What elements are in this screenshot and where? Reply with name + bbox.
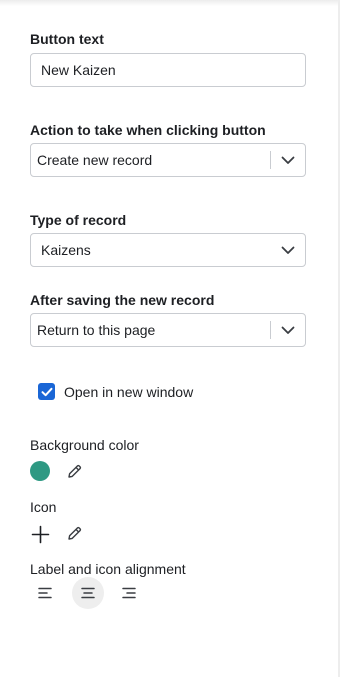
- chevron-down-icon[interactable]: [271, 234, 305, 266]
- action-selected-value: Create new record: [37, 152, 153, 168]
- background-color-label: Background color: [30, 437, 139, 453]
- new-window-row[interactable]: Open in new window: [38, 383, 193, 400]
- action-label: Action to take when clicking button: [30, 122, 266, 138]
- new-window-label: Open in new window: [64, 383, 194, 400]
- alignment-label: Label and icon alignment: [30, 561, 186, 577]
- button-text-value: New Kaizen: [41, 62, 116, 78]
- color-swatch[interactable]: [30, 461, 50, 481]
- record-type-select[interactable]: Kaizens: [30, 233, 306, 267]
- record-type-label: Type of record: [30, 212, 127, 228]
- plus-icon[interactable]: [30, 524, 50, 544]
- action-select[interactable]: Create new record: [30, 143, 306, 177]
- top-shadow: [0, 0, 340, 6]
- button-text-input[interactable]: New Kaizen: [30, 53, 306, 87]
- record-type-selected-value: Kaizens: [41, 242, 91, 258]
- chevron-down-icon[interactable]: [271, 144, 305, 176]
- icon-label: Icon: [30, 499, 57, 515]
- new-window-checkbox[interactable]: [38, 383, 55, 400]
- after-save-select[interactable]: Return to this page: [30, 313, 306, 347]
- align-center-icon[interactable]: [72, 577, 104, 609]
- check-icon: [41, 387, 52, 396]
- chevron-down-icon[interactable]: [271, 314, 305, 346]
- align-right-icon[interactable]: [113, 577, 145, 609]
- align-left-icon[interactable]: [29, 577, 61, 609]
- pencil-icon[interactable]: [65, 462, 83, 480]
- pencil-icon[interactable]: [65, 524, 83, 542]
- button-text-label: Button text: [30, 31, 104, 47]
- after-save-selected-value: Return to this page: [37, 322, 156, 338]
- after-save-label: After saving the new record: [30, 292, 215, 308]
